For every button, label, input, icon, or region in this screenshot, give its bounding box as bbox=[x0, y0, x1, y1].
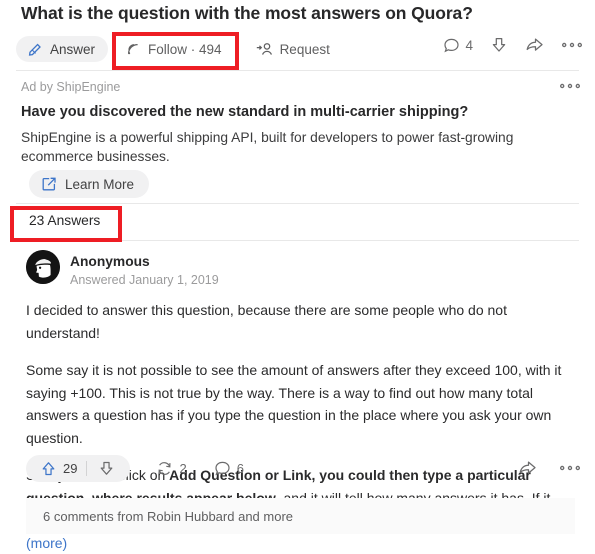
divider-below-answers-header bbox=[16, 240, 579, 241]
pencil-icon bbox=[27, 41, 43, 57]
answer-button-label: Answer bbox=[50, 41, 96, 57]
upvote-button[interactable]: 29 bbox=[30, 460, 86, 477]
learn-more-label: Learn More bbox=[65, 176, 135, 192]
question-share-button[interactable] bbox=[525, 36, 544, 54]
upvote-count: 29 bbox=[63, 461, 78, 476]
more-dots-icon bbox=[559, 464, 581, 472]
comment-bubble-icon bbox=[214, 460, 231, 477]
more-link[interactable]: (more) bbox=[26, 535, 67, 551]
add-person-icon bbox=[256, 41, 273, 57]
request-button-label: Request bbox=[279, 41, 330, 57]
answer-author-name[interactable]: Anonymous bbox=[70, 254, 150, 269]
divider-below-ad bbox=[16, 203, 579, 204]
more-dots-icon bbox=[560, 83, 580, 89]
answer-date: Answered January 1, 2019 bbox=[70, 273, 219, 287]
repost-circular-arrows-icon bbox=[156, 460, 173, 477]
share-arrow-icon bbox=[518, 459, 537, 477]
follow-button[interactable]: Follow · 494 bbox=[114, 36, 233, 62]
divider-below-question-actions bbox=[16, 70, 579, 71]
quora-question-page: What is the question with the most answe… bbox=[0, 0, 595, 551]
answer-downvote-button[interactable] bbox=[87, 460, 126, 477]
downvote-arrow-icon bbox=[98, 460, 115, 477]
answer-more-menu[interactable] bbox=[559, 464, 581, 472]
learn-more-button[interactable]: Learn More bbox=[29, 170, 150, 198]
ad-attribution: Ad by ShipEngine bbox=[21, 80, 121, 94]
comments-strip[interactable]: 6 comments from Robin Hubbard and more bbox=[26, 498, 575, 534]
question-downvote-button[interactable] bbox=[490, 36, 508, 54]
ad-headline[interactable]: Have you discovered the new standard in … bbox=[21, 104, 468, 120]
external-link-icon bbox=[41, 176, 57, 192]
vote-pill: 29 bbox=[26, 455, 131, 482]
downvote-arrow-icon bbox=[490, 36, 508, 54]
request-button[interactable]: Request bbox=[245, 36, 341, 62]
answer-right-icons bbox=[518, 459, 581, 477]
more-dots-icon bbox=[561, 41, 583, 49]
page-title: What is the question with the most answe… bbox=[21, 3, 473, 23]
question-action-icons: 4 bbox=[443, 36, 583, 54]
ad-more-menu[interactable] bbox=[559, 82, 581, 90]
answer-comment-count: 6 bbox=[236, 461, 244, 476]
upvote-arrow-icon bbox=[40, 460, 57, 477]
repost-count: 2 bbox=[179, 461, 187, 476]
answer-action-bar: 29 2 6 bbox=[26, 455, 244, 482]
answer-share-button[interactable] bbox=[518, 459, 537, 477]
answer-paragraph-2: Some say it is not possible to see the a… bbox=[26, 362, 562, 446]
answer-comment-button[interactable]: 6 bbox=[214, 460, 244, 477]
repost-button[interactable]: 2 bbox=[156, 460, 187, 477]
answers-count-header[interactable]: 23 Answers bbox=[29, 213, 100, 228]
answer-paragraph-1: I decided to answer this question, becau… bbox=[26, 302, 507, 341]
question-comment-count: 4 bbox=[465, 37, 473, 53]
anonymous-avatar-icon bbox=[26, 250, 60, 284]
share-arrow-icon bbox=[525, 36, 544, 54]
question-action-bar: Answer Follow · 494 Request bbox=[16, 34, 341, 64]
question-comment-button[interactable]: 4 bbox=[443, 37, 473, 54]
answer-button[interactable]: Answer bbox=[16, 36, 109, 62]
rss-follow-icon bbox=[125, 41, 141, 57]
follow-button-label: Follow · 494 bbox=[148, 41, 222, 57]
avatar[interactable] bbox=[26, 250, 60, 284]
comments-strip-label: 6 comments from Robin Hubbard and more bbox=[43, 508, 294, 524]
comment-bubble-icon bbox=[443, 37, 460, 54]
question-more-menu[interactable] bbox=[561, 41, 583, 49]
ad-body-text: ShipEngine is a powerful shipping API, b… bbox=[21, 130, 514, 164]
